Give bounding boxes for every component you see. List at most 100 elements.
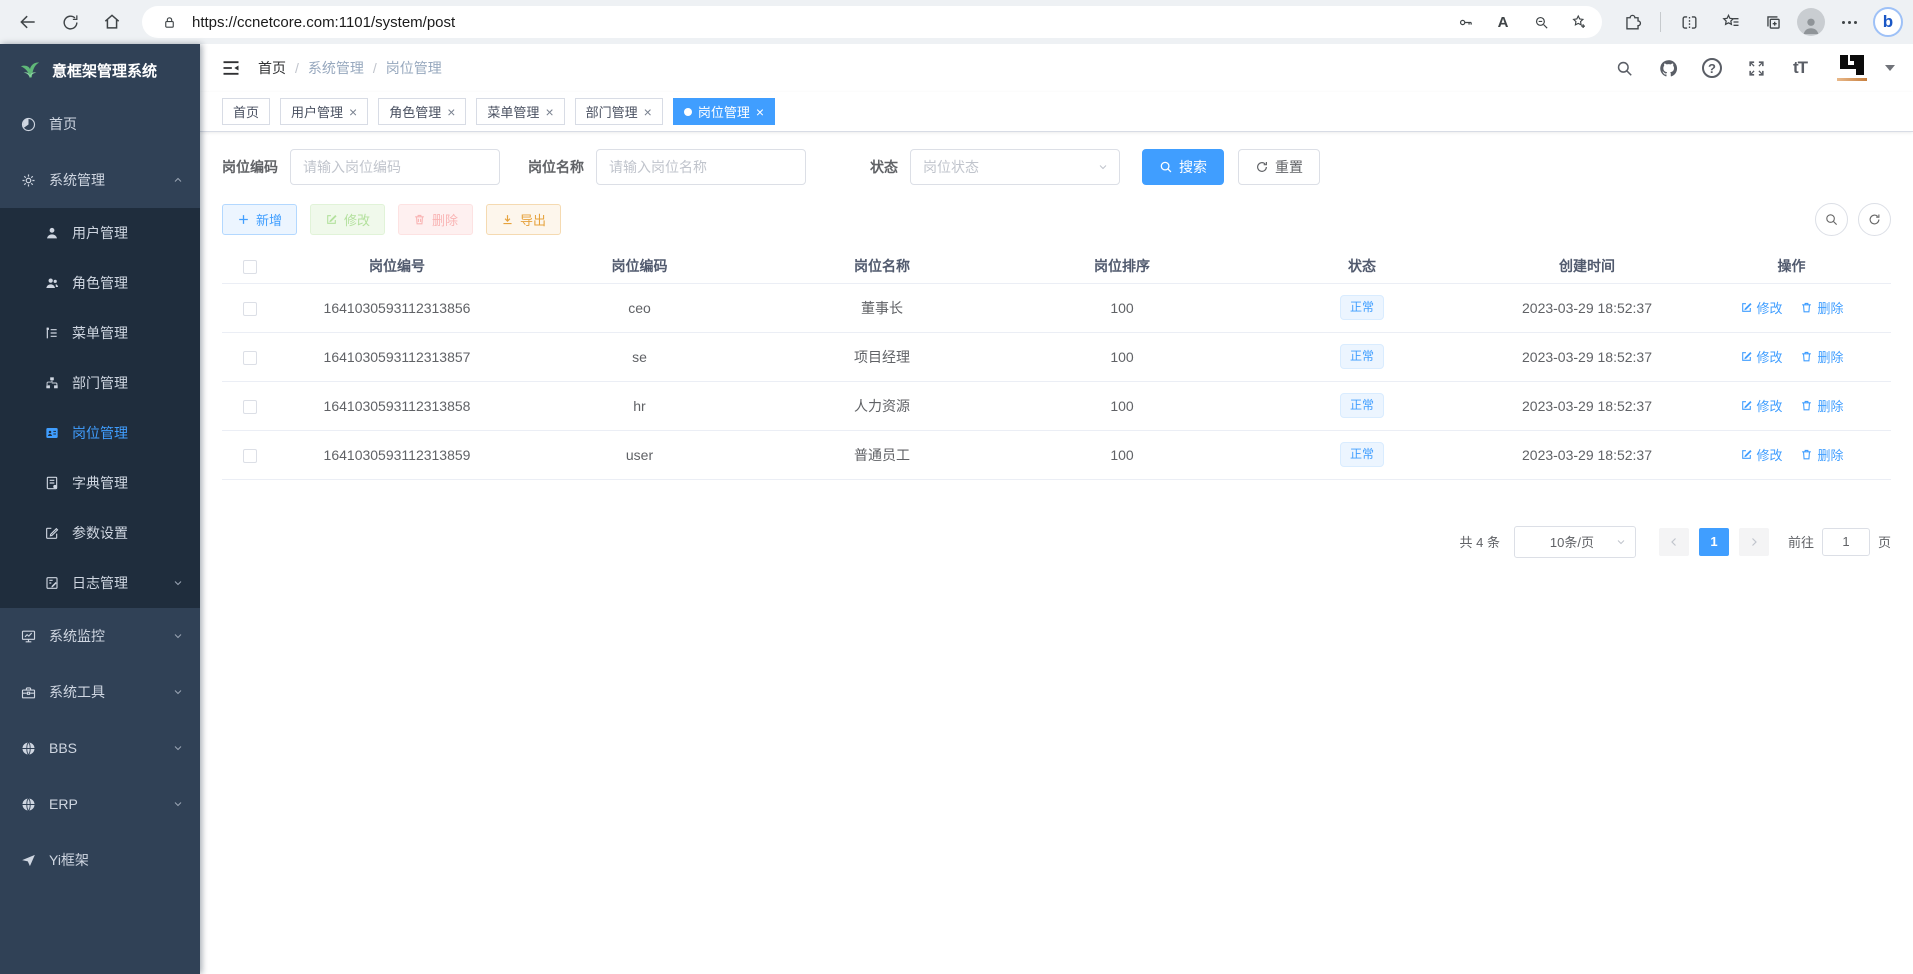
row-delete-label: 删除 bbox=[1817, 396, 1843, 415]
row-edit-label: 修改 bbox=[1757, 347, 1783, 366]
row-edit-button[interactable]: 修改 bbox=[1740, 298, 1783, 317]
refresh-icon bbox=[1255, 160, 1269, 174]
sidebar-item-dictionary[interactable]: 字典管理 bbox=[0, 458, 200, 508]
browser-back-icon[interactable] bbox=[10, 5, 46, 39]
sidebar-toggle-icon[interactable] bbox=[214, 51, 248, 85]
row-edit-label: 修改 bbox=[1757, 396, 1783, 415]
row-edit-button[interactable]: 修改 bbox=[1740, 347, 1783, 366]
password-key-icon[interactable] bbox=[1450, 8, 1480, 36]
row-delete-button[interactable]: 删除 bbox=[1800, 298, 1843, 317]
add-favorite-icon[interactable] bbox=[1564, 8, 1594, 36]
search-button[interactable]: 搜索 bbox=[1142, 149, 1224, 185]
tab-close-icon[interactable]: × bbox=[447, 105, 455, 119]
sidebar-item-logs[interactable]: 日志管理 bbox=[0, 558, 200, 608]
tab-role-mgmt[interactable]: 角色管理 × bbox=[378, 98, 466, 125]
sidebar-item-label: 首页 bbox=[49, 114, 184, 134]
sidebar-item-departments[interactable]: 部门管理 bbox=[0, 358, 200, 408]
row-checkbox[interactable] bbox=[243, 400, 257, 414]
reset-button[interactable]: 重置 bbox=[1238, 149, 1320, 185]
browser-refresh-icon[interactable] bbox=[52, 5, 88, 39]
address-bar[interactable]: https://ccnetcore.com:1101/system/post A bbox=[142, 6, 1602, 38]
tab-close-icon[interactable]: × bbox=[349, 105, 357, 119]
row-checkbox[interactable] bbox=[243, 351, 257, 365]
refresh-table-button[interactable] bbox=[1858, 203, 1891, 236]
browser-home-icon[interactable] bbox=[94, 5, 130, 39]
tab-close-icon[interactable]: × bbox=[644, 105, 652, 119]
row-edit-button[interactable]: 修改 bbox=[1740, 396, 1783, 415]
sidebar-item-menus[interactable]: 菜单管理 bbox=[0, 308, 200, 358]
hide-search-button[interactable] bbox=[1815, 203, 1848, 236]
tab-label: 用户管理 bbox=[291, 102, 343, 121]
post-name-input[interactable] bbox=[596, 149, 806, 185]
edit-button[interactable]: 修改 bbox=[310, 204, 385, 235]
collections-icon[interactable] bbox=[1755, 5, 1791, 39]
delete-button[interactable]: 删除 bbox=[398, 204, 473, 235]
add-button[interactable]: 新增 bbox=[222, 204, 297, 235]
post-code-input[interactable] bbox=[290, 149, 500, 185]
breadcrumb-system[interactable]: 系统管理 bbox=[308, 58, 364, 78]
status-select[interactable]: 岗位状态 bbox=[910, 149, 1120, 185]
page-size-select[interactable]: 10条/页 bbox=[1514, 526, 1636, 558]
fullscreen-icon[interactable] bbox=[1739, 51, 1773, 85]
column-post-sort: 岗位排序 bbox=[1002, 249, 1242, 283]
tab-close-icon[interactable]: × bbox=[756, 105, 764, 119]
sidebar-item-users[interactable]: 用户管理 bbox=[0, 208, 200, 258]
avatar-caret-icon[interactable] bbox=[1885, 65, 1895, 71]
tab-close-icon[interactable]: × bbox=[545, 105, 553, 119]
prev-page-button[interactable] bbox=[1659, 528, 1689, 556]
row-delete-button[interactable]: 删除 bbox=[1800, 445, 1843, 464]
row-delete-button[interactable]: 删除 bbox=[1800, 396, 1843, 415]
help-icon[interactable]: ? bbox=[1695, 51, 1729, 85]
row-checkbox[interactable] bbox=[243, 449, 257, 463]
row-edit-button[interactable]: 修改 bbox=[1740, 445, 1783, 464]
tab-label: 岗位管理 bbox=[698, 102, 750, 121]
bing-chat-icon[interactable]: b bbox=[1873, 7, 1903, 37]
tab-menu-mgmt[interactable]: 菜单管理 × bbox=[476, 98, 564, 125]
split-screen-icon[interactable] bbox=[1671, 5, 1707, 39]
cell-post-sort: 100 bbox=[1002, 430, 1242, 479]
select-all-checkbox[interactable] bbox=[243, 260, 257, 274]
user-avatar-logo[interactable] bbox=[1835, 53, 1869, 83]
tab-user-mgmt[interactable]: 用户管理 × bbox=[280, 98, 368, 125]
tab-dept-mgmt[interactable]: 部门管理 × bbox=[575, 98, 663, 125]
add-button-label: 新增 bbox=[256, 210, 282, 229]
goto-page-input[interactable] bbox=[1822, 528, 1870, 556]
pagination-total: 共 4 条 bbox=[1460, 532, 1500, 551]
github-icon[interactable] bbox=[1651, 51, 1685, 85]
url-text[interactable]: https://ccnetcore.com:1101/system/post bbox=[192, 14, 1442, 31]
sidebar-item-posts[interactable]: 岗位管理 bbox=[0, 408, 200, 458]
tab-home[interactable]: 首页 bbox=[222, 98, 270, 125]
sidebar-item-erp[interactable]: ERP bbox=[0, 776, 200, 832]
zoom-out-icon[interactable] bbox=[1526, 8, 1556, 36]
header-search-icon[interactable] bbox=[1607, 51, 1641, 85]
sidebar-item-parameters[interactable]: 参数设置 bbox=[0, 508, 200, 558]
sidebar-item-home[interactable]: 首页 bbox=[0, 96, 200, 152]
row-checkbox[interactable] bbox=[243, 302, 257, 316]
tab-post-mgmt[interactable]: 岗位管理 × bbox=[673, 98, 775, 125]
page-number-button[interactable]: 1 bbox=[1699, 528, 1729, 556]
monitor-icon bbox=[20, 628, 37, 645]
export-button[interactable]: 导出 bbox=[486, 204, 561, 235]
sidebar-item-bbs[interactable]: BBS bbox=[0, 720, 200, 776]
sidebar-item-tools[interactable]: 系统工具 bbox=[0, 664, 200, 720]
sidebar-item-roles[interactable]: 角色管理 bbox=[0, 258, 200, 308]
cell-post-name: 普通员工 bbox=[762, 430, 1002, 479]
read-aloud-icon[interactable]: A bbox=[1488, 8, 1518, 36]
next-page-button[interactable] bbox=[1739, 528, 1769, 556]
sidebar-item-yi-framework[interactable]: Yi框架 bbox=[0, 832, 200, 888]
sidebar-item-system[interactable]: 系统管理 bbox=[0, 152, 200, 208]
delete-button-label: 删除 bbox=[432, 210, 458, 229]
menu-tree-icon bbox=[44, 325, 60, 341]
app-logo-row[interactable]: 意框架管理系统 bbox=[0, 44, 200, 96]
font-size-icon[interactable]: tT bbox=[1783, 51, 1817, 85]
breadcrumb-home[interactable]: 首页 bbox=[258, 58, 286, 78]
gear-icon bbox=[20, 172, 37, 189]
breadcrumb-separator: / bbox=[295, 60, 299, 76]
row-delete-button[interactable]: 删除 bbox=[1800, 347, 1843, 366]
browser-more-icon[interactable] bbox=[1831, 5, 1867, 39]
sidebar-item-monitor[interactable]: 系统监控 bbox=[0, 608, 200, 664]
sidebar-item-label: 角色管理 bbox=[72, 273, 184, 293]
browser-profile-avatar[interactable] bbox=[1797, 8, 1825, 36]
extensions-icon[interactable] bbox=[1614, 5, 1650, 39]
favorites-icon[interactable] bbox=[1713, 5, 1749, 39]
